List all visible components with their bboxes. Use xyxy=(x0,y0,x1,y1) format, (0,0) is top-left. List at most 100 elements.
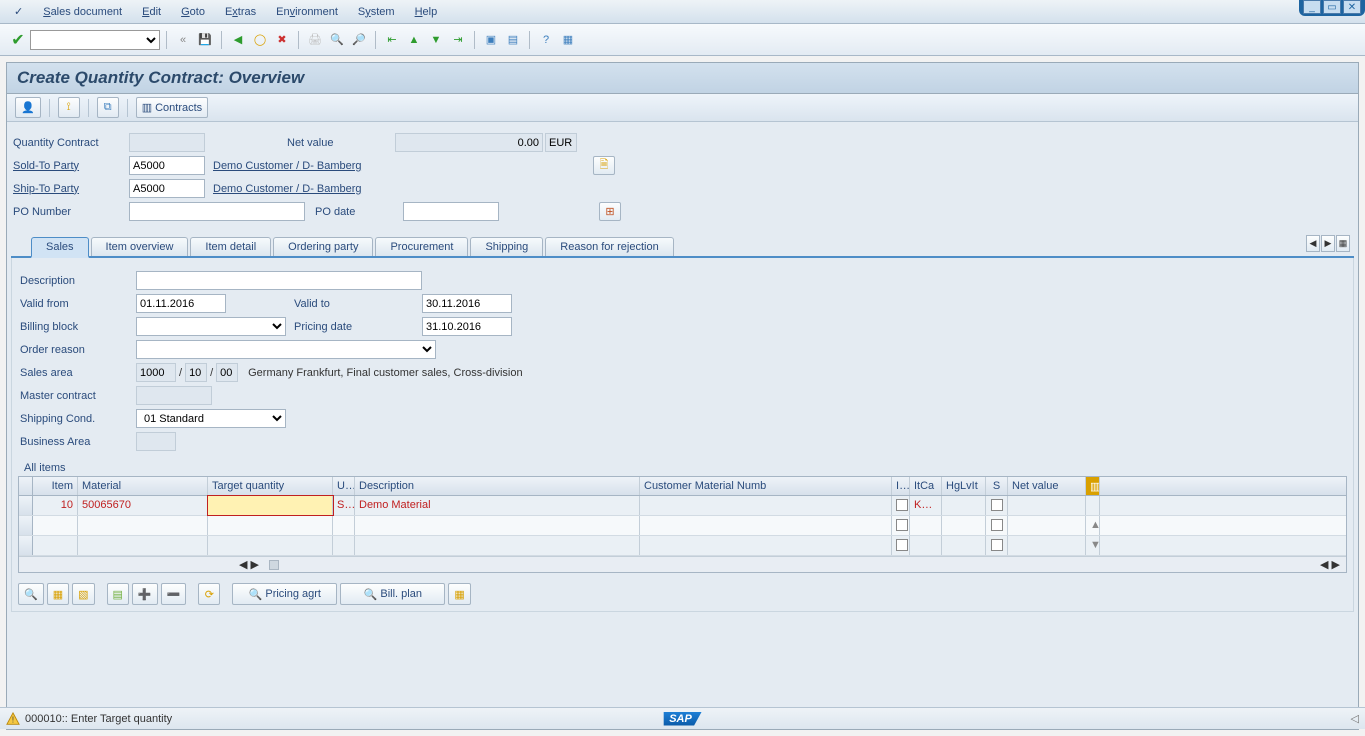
col-description[interactable]: Description xyxy=(355,477,640,495)
exit-icon[interactable]: ◯ xyxy=(250,30,270,50)
shortcut-icon[interactable]: ▤ xyxy=(503,30,523,50)
tab-scroll-left-icon[interactable]: ◀ xyxy=(1306,235,1320,252)
cell-s[interactable] xyxy=(986,496,1008,515)
tab-list-icon[interactable]: ▦ xyxy=(1336,235,1350,252)
cell-customer-material[interactable] xyxy=(640,496,892,515)
insert-row-icon[interactable]: ➕ xyxy=(132,583,158,605)
close-icon[interactable]: ✕ xyxy=(1343,0,1361,14)
back-green-icon[interactable]: ◀ xyxy=(228,30,248,50)
propose-icon[interactable]: ▤ xyxy=(107,583,129,605)
col-netvalue[interactable]: Net value xyxy=(1008,477,1086,495)
menu-extras[interactable]: Extras xyxy=(215,2,266,22)
cell-i[interactable] xyxy=(892,496,910,515)
save-icon[interactable]: 💾 xyxy=(195,30,215,50)
valid-to-field[interactable] xyxy=(422,294,512,313)
back-icon[interactable]: « xyxy=(173,30,193,50)
select-all-icon[interactable]: ▦ xyxy=(47,583,69,605)
grid-hscroll[interactable]: ◀ ▶ ◀ ▶ xyxy=(19,556,1346,572)
tab-ordering-party[interactable]: Ordering party xyxy=(273,237,373,256)
col-i[interactable]: I... xyxy=(892,477,910,495)
table-row[interactable]: ▲ xyxy=(19,516,1346,536)
deselect-all-icon[interactable]: ▧ xyxy=(72,583,94,605)
display-doc-flow-icon[interactable]: ⟟ xyxy=(58,97,80,118)
col-hglvit[interactable]: HgLvIt xyxy=(942,477,986,495)
tab-item-overview[interactable]: Item overview xyxy=(91,237,189,256)
pricing-agreement-button[interactable]: 🔍Pricing agrt xyxy=(232,583,337,605)
col-target-qty[interactable]: Target quantity xyxy=(208,477,333,495)
bill-plan-button[interactable]: 🔍Bill. plan xyxy=(340,583,445,605)
sold-to-label[interactable]: Sold-To Party xyxy=(11,160,129,172)
col-uom[interactable]: U... xyxy=(333,477,355,495)
ship-to-field[interactable] xyxy=(129,179,205,198)
new-session-icon[interactable]: ▣ xyxy=(481,30,501,50)
tab-procurement[interactable]: Procurement xyxy=(375,237,468,256)
cell-hglvit[interactable] xyxy=(942,496,986,515)
col-material[interactable]: Material xyxy=(78,477,208,495)
col-s[interactable]: S xyxy=(986,477,1008,495)
sold-to-text[interactable]: Demo Customer / D- Bamberg xyxy=(213,160,593,172)
maximize-icon[interactable]: ▭ xyxy=(1323,0,1341,14)
po-date-field[interactable] xyxy=(403,202,499,221)
table-row[interactable]: 10 50065670 ST Demo Material KMN xyxy=(19,496,1346,516)
col-config-icon[interactable]: ▥ xyxy=(1086,477,1100,495)
row-selector[interactable] xyxy=(19,496,33,515)
billing-block-field[interactable] xyxy=(136,317,286,336)
tab-reason-rejection[interactable]: Reason for rejection xyxy=(545,237,673,256)
copy-icon[interactable]: ⧉ xyxy=(97,97,119,118)
col-customer-material[interactable]: Customer Material Numb xyxy=(640,477,892,495)
cell-netvalue[interactable] xyxy=(1008,496,1086,515)
delete-row-icon[interactable]: ➖ xyxy=(161,583,187,605)
quantity-contract-field[interactable] xyxy=(129,133,205,152)
tab-item-detail[interactable]: Item detail xyxy=(190,237,271,256)
menu-goto[interactable]: Goto xyxy=(171,2,215,22)
status-expand-icon[interactable]: ◁ xyxy=(1351,712,1359,725)
po-number-field[interactable] xyxy=(129,202,305,221)
table-row[interactable]: ▼ xyxy=(19,536,1346,556)
cell-itca[interactable]: KMN xyxy=(910,496,942,515)
find-icon[interactable]: 🔍 xyxy=(327,30,347,50)
display-header-icon[interactable]: 👤 xyxy=(15,97,41,118)
pricing-date-field[interactable] xyxy=(422,317,512,336)
menu-sales-document[interactable]: Sales document xyxy=(33,2,132,22)
menu-system[interactable]: System xyxy=(348,2,405,22)
cell-uom[interactable]: ST xyxy=(333,496,355,515)
help-icon[interactable]: ? xyxy=(536,30,556,50)
menu-environment[interactable]: Environment xyxy=(266,2,348,22)
address-icon[interactable]: 🗎 xyxy=(593,156,615,175)
col-item[interactable]: Item xyxy=(33,477,78,495)
cell-item[interactable]: 10 xyxy=(33,496,78,515)
findnext-icon[interactable]: 🔎 xyxy=(349,30,369,50)
tab-sales[interactable]: Sales xyxy=(31,237,89,258)
contracts-button[interactable]: ▥Contracts xyxy=(136,97,208,118)
layout-icon[interactable]: ▦ xyxy=(558,30,578,50)
row-selector[interactable] xyxy=(19,516,33,535)
order-reason-field[interactable] xyxy=(136,340,436,359)
print-icon[interactable]: 🖨 xyxy=(305,30,325,50)
detail-icon[interactable]: 🔍 xyxy=(18,583,44,605)
ship-to-label[interactable]: Ship-To Party xyxy=(11,183,129,195)
valid-from-field[interactable] xyxy=(136,294,226,313)
row-selector[interactable] xyxy=(19,536,33,555)
menu-help[interactable]: Help xyxy=(405,2,448,22)
col-itca[interactable]: ItCa xyxy=(910,477,942,495)
command-field[interactable] xyxy=(30,30,160,50)
menu-edit[interactable]: Edit xyxy=(132,2,171,22)
refresh-icon[interactable]: ⟳ xyxy=(198,583,220,605)
first-page-icon[interactable]: ⇤ xyxy=(382,30,402,50)
cancel-icon[interactable]: ✖ xyxy=(272,30,292,50)
cell-description[interactable]: Demo Material xyxy=(355,496,640,515)
cell-material[interactable]: 50065670 xyxy=(78,496,208,515)
tab-scroll-right-icon[interactable]: ▶ xyxy=(1321,235,1335,252)
sold-to-field[interactable] xyxy=(129,156,205,175)
last-page-icon[interactable]: ⇥ xyxy=(448,30,468,50)
calendar-icon[interactable]: ▦ xyxy=(448,583,470,605)
po-search-icon[interactable]: ⊞ xyxy=(599,202,621,221)
cell-target-qty[interactable] xyxy=(208,496,333,515)
prev-page-icon[interactable]: ▲ xyxy=(404,30,424,50)
enter-icon[interactable]: ✔ xyxy=(8,30,28,50)
ship-to-text[interactable]: Demo Customer / D- Bamberg xyxy=(213,183,593,195)
next-page-icon[interactable]: ▼ xyxy=(426,30,446,50)
tab-shipping[interactable]: Shipping xyxy=(470,237,543,256)
shipping-cond-field[interactable]: 01 Standard xyxy=(136,409,286,428)
minimize-icon[interactable]: _ xyxy=(1303,0,1321,14)
